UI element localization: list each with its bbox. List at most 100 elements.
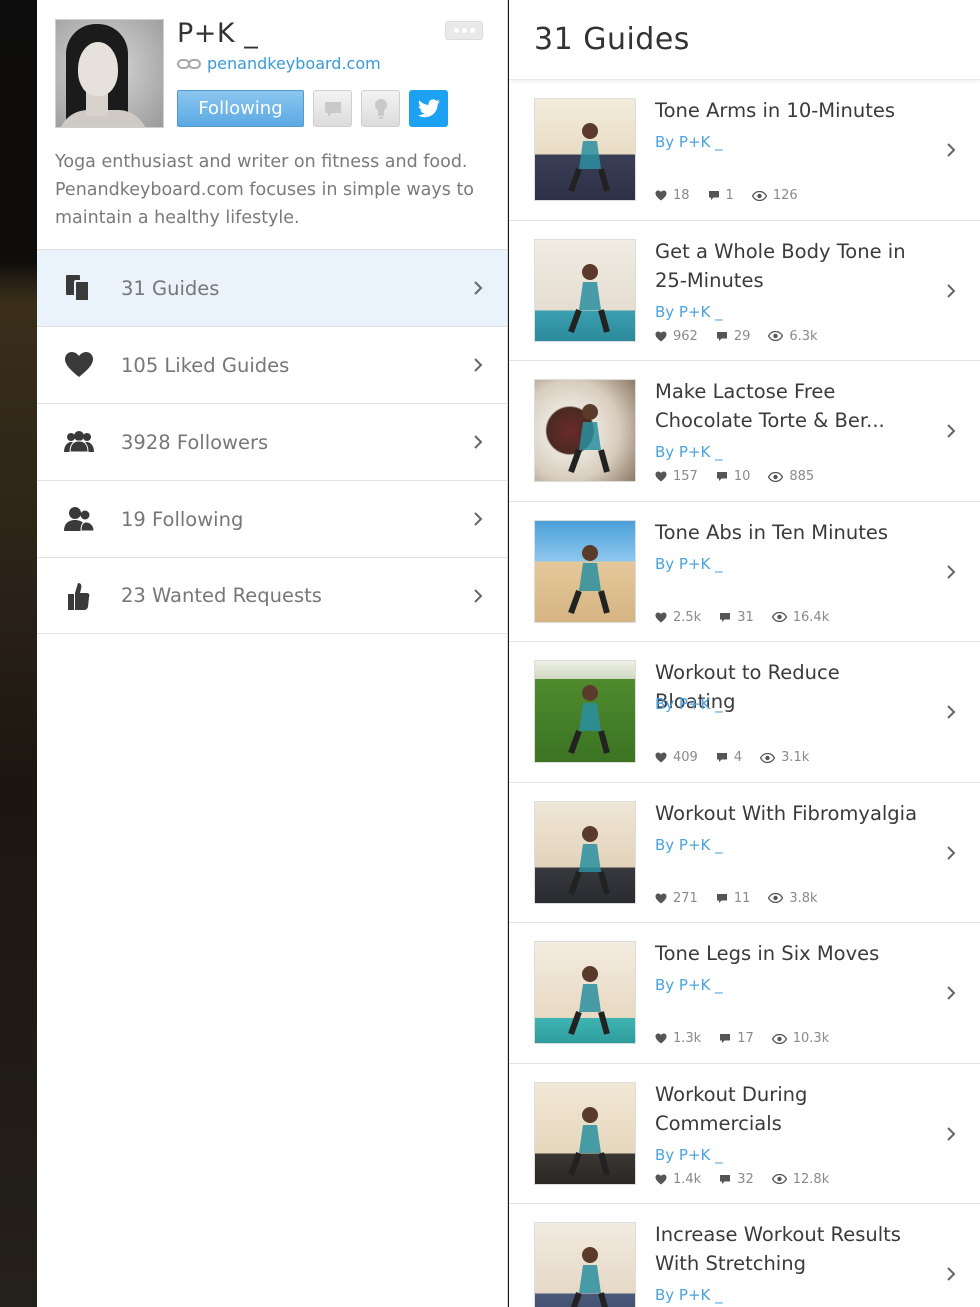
- guide-stats: 962 29 6.3k: [655, 329, 836, 344]
- comment-icon: [708, 191, 719, 200]
- guide-figure-image: [568, 544, 610, 614]
- views-count: 12.8k: [792, 1171, 830, 1187]
- guide-stats: 157 10 885: [655, 469, 832, 484]
- chevron-right-icon: [947, 845, 956, 860]
- eye-icon: [768, 471, 784, 482]
- chevron-right-icon: [474, 435, 483, 449]
- chevron-right-icon: [947, 705, 956, 719]
- comments-stat: 10: [716, 469, 750, 484]
- guide-author[interactable]: By P+K _: [655, 133, 723, 151]
- views-stat: 10.3k: [771, 1031, 829, 1046]
- heart-icon: [655, 893, 667, 903]
- guide-figure-image: [568, 966, 610, 1036]
- guide-thumbnail: [534, 941, 636, 1044]
- eye-icon: [771, 1033, 787, 1044]
- guide-thumbnail: [534, 519, 636, 623]
- more-options-button[interactable]: [445, 21, 483, 40]
- eye-icon: [751, 190, 767, 201]
- chevron-right-icon: [474, 588, 483, 603]
- guide-author[interactable]: By P+K _: [655, 555, 723, 573]
- views-stat: 3.1k: [760, 750, 809, 765]
- guide-thumbnail: [534, 98, 636, 201]
- guide-title[interactable]: Tone Arms in 10-Minutes: [655, 96, 925, 125]
- guide-title[interactable]: Get a Whole Body Tone in 25-Minutes: [655, 237, 925, 295]
- comments-stat: 4: [716, 750, 742, 765]
- heart-icon: [63, 350, 95, 380]
- guide-row[interactable]: Tone Legs in Six Moves By P+K _ 1.3k 17 …: [509, 923, 980, 1064]
- likes-stat: 1.4k: [655, 1172, 701, 1187]
- guide-author[interactable]: By P+K _: [655, 1146, 723, 1164]
- menu-item-label: 19 Following: [121, 507, 244, 531]
- heart-icon: [655, 1033, 667, 1044]
- guide-row[interactable]: Workout During Commercials By P+K _ 1.4k…: [509, 1064, 980, 1204]
- likes-stat: 409: [655, 750, 698, 765]
- guide-row[interactable]: Tone Arms in 10-Minutes By P+K _ 18 1 12…: [509, 80, 980, 221]
- followers-icon: [63, 427, 95, 457]
- guide-row[interactable]: Make Lactose Free Chocolate Torte & Ber.…: [509, 361, 980, 502]
- menu-item-wanted-requests[interactable]: 23 Wanted Requests: [37, 557, 507, 634]
- views-stat: 6.3k: [768, 328, 818, 344]
- chevron-right-icon: [947, 986, 956, 1000]
- guide-row[interactable]: Increase Workout Results With Stretching…: [509, 1204, 980, 1307]
- views-count: 126: [772, 188, 798, 203]
- chevron-right-icon: [474, 281, 483, 295]
- views-count: 3.1k: [781, 750, 810, 765]
- comment-icon: [716, 753, 727, 762]
- views-count: 6.3k: [789, 328, 818, 344]
- guide-title[interactable]: Tone Abs in Ten Minutes: [655, 518, 925, 547]
- likes-count: 1.4k: [673, 1171, 702, 1187]
- guide-row[interactable]: Get a Whole Body Tone in 25-Minutes By P…: [509, 221, 980, 361]
- menu-item-followers[interactable]: 3928 Followers: [37, 403, 507, 480]
- guide-thumbnail: [534, 238, 636, 342]
- chevron-right-icon: [947, 283, 956, 298]
- heart-icon: [655, 1174, 667, 1184]
- guide-author[interactable]: By P+K _: [655, 976, 723, 994]
- chevron-right-icon: [947, 143, 956, 157]
- comments-count: 29: [733, 328, 751, 344]
- profile-bio: Yoga enthusiast and writer on fitness an…: [55, 152, 475, 228]
- link-icon: [177, 58, 201, 69]
- guide-title[interactable]: Increase Workout Results With Stretching: [655, 1220, 925, 1278]
- eye-icon: [771, 1174, 787, 1184]
- following-icon: [63, 504, 95, 534]
- guide-title[interactable]: Workout During Commercials: [655, 1080, 925, 1138]
- guide-author[interactable]: By P+K _: [655, 443, 723, 461]
- guide-stats: 271 11 3.8k: [655, 891, 836, 906]
- guides-icon: [63, 273, 95, 303]
- comments-count: 32: [737, 1171, 754, 1187]
- comments-count: 4: [733, 750, 743, 765]
- menu-item-guides[interactable]: 31 Guides: [37, 249, 507, 326]
- guide-stats: 409 4 3.1k: [655, 750, 827, 765]
- idea-button[interactable]: [361, 90, 400, 127]
- guide-author[interactable]: By P+K _: [655, 303, 723, 321]
- guide-row[interactable]: Workout With Fibromyalgia By P+K _ 271 1…: [509, 783, 980, 923]
- likes-stat: 962: [655, 329, 698, 344]
- comment-icon: [716, 893, 727, 903]
- menu-item-label: 105 Liked Guides: [121, 353, 290, 377]
- likes-stat: 18: [655, 188, 690, 203]
- guide-author[interactable]: By P+K _: [655, 836, 723, 854]
- comment-icon: [716, 472, 727, 481]
- guide-title[interactable]: Make Lactose Free Chocolate Torte & Ber.…: [655, 377, 925, 435]
- views-stat: 885: [768, 469, 814, 484]
- chevron-right-icon: [474, 358, 483, 372]
- following-button[interactable]: Following: [177, 90, 304, 127]
- avatar[interactable]: [55, 19, 164, 128]
- twitter-button[interactable]: [409, 90, 448, 127]
- guide-row[interactable]: Workout to Reduce Bloating By P+K _ 409 …: [509, 642, 980, 783]
- guide-author[interactable]: By P+K _: [655, 695, 723, 713]
- profile-menu: 31 Guides 105 Liked Guides 3928 Follower…: [37, 249, 507, 634]
- menu-item-following[interactable]: 19 Following: [37, 480, 507, 557]
- guide-author[interactable]: By P+K _: [655, 1286, 723, 1304]
- website-link[interactable]: penandkeyboard.com: [207, 54, 381, 73]
- guide-title[interactable]: Tone Legs in Six Moves: [655, 939, 925, 968]
- guide-row[interactable]: Tone Abs in Ten Minutes By P+K _ 2.5k 31…: [509, 502, 980, 642]
- guide-title[interactable]: Workout With Fibromyalgia: [655, 799, 925, 828]
- profile-panel: P+K _ penandkeyboard.com Following Yoga …: [37, 0, 508, 1307]
- heart-icon: [655, 471, 667, 482]
- message-button[interactable]: [313, 90, 352, 127]
- likes-count: 2.5k: [673, 609, 702, 625]
- lightbulb-icon: [374, 98, 387, 119]
- menu-item-label: 3928 Followers: [121, 430, 269, 454]
- menu-item-liked-guides[interactable]: 105 Liked Guides: [37, 326, 507, 403]
